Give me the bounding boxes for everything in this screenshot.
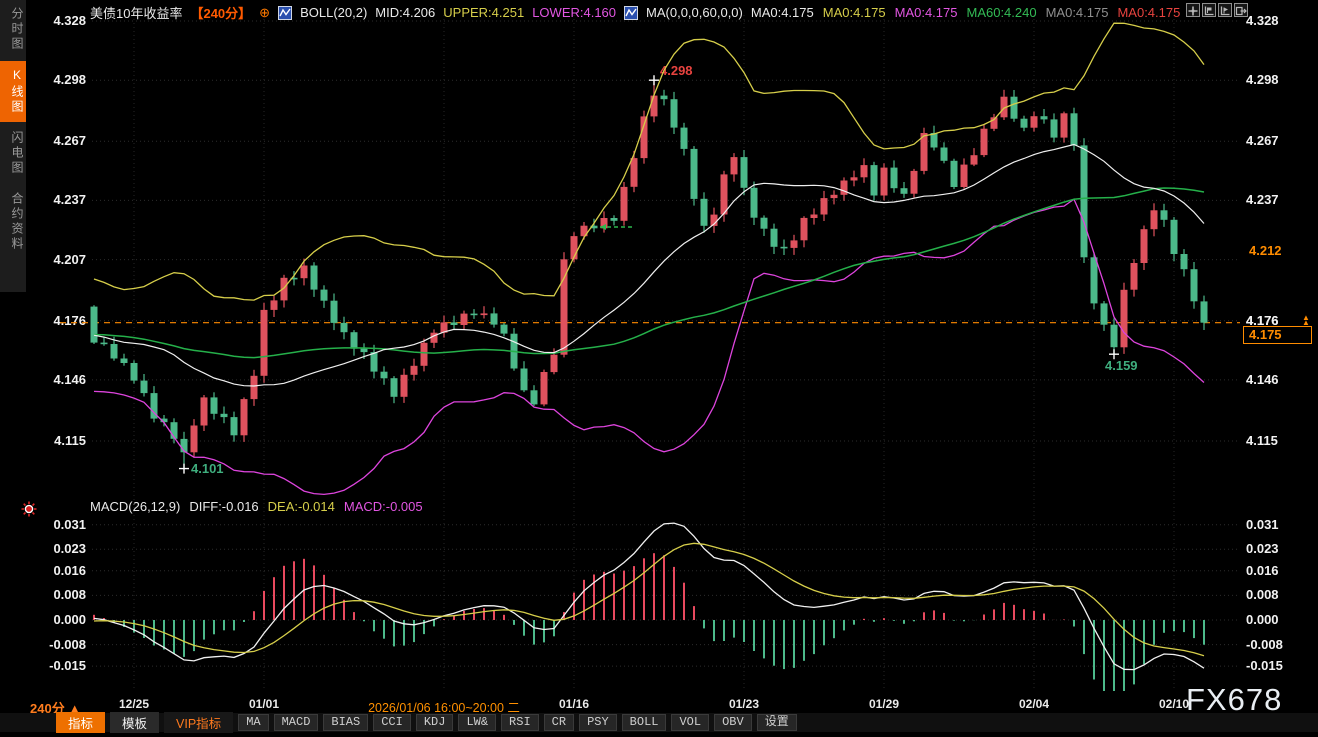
toolbar-tab-0[interactable]: 指标	[56, 712, 105, 733]
toolbar-button-bias[interactable]: BIAS	[323, 714, 368, 731]
boll-chart-icon[interactable]	[278, 6, 292, 20]
crosshair-icon[interactable]	[1186, 3, 1200, 17]
ma-values: MA0:4.175 MA0:4.175 MA0:4.175 MA60:4.240 MA0…	[751, 5, 1180, 20]
ma-value-4: MA0:4.175	[1046, 5, 1109, 20]
toolbar-tab-2[interactable]: VIP指标	[164, 712, 233, 733]
toolbar-button-[interactable]: 设置	[757, 714, 797, 731]
toolbar-button-kdj[interactable]: KDJ	[416, 714, 454, 731]
sidebar: 分时图K线图闪电图合约资料	[0, 0, 26, 292]
ma-value-1: MA0:4.175	[823, 5, 886, 20]
toolbar-button-cci[interactable]: CCI	[373, 714, 411, 731]
ma-label: MA(0,0,0,60,0,0)	[646, 5, 743, 20]
boll-upper: UPPER:4.251	[443, 5, 524, 20]
sidebar-tab-0[interactable]: 分时图	[0, 0, 26, 59]
symbol-title: 美债10年收益率	[90, 3, 182, 22]
toolbar-button-lw[interactable]: LW&	[458, 714, 496, 731]
ma-value-3: MA60:4.240	[966, 5, 1036, 20]
add-indicator-icon[interactable]: ⊕	[259, 5, 270, 21]
scale-axis-icon[interactable]	[1202, 3, 1216, 17]
scale-play-icon[interactable]	[1218, 3, 1232, 17]
window-controls	[1186, 3, 1248, 17]
boll-lower: LOWER:4.160	[532, 5, 616, 20]
toolbar-button-vol[interactable]: VOL	[671, 714, 709, 731]
toolbar-button-psy[interactable]: PSY	[579, 714, 617, 731]
sidebar-tab-3[interactable]: 合约资料	[0, 185, 26, 259]
ma-value-0: MA0:4.175	[751, 5, 814, 20]
period-label: 【240分】	[190, 3, 251, 22]
toolbar-button-cr[interactable]: CR	[544, 714, 574, 731]
ma-value-5: MA0:4.175	[1117, 5, 1180, 20]
ma-value-2: MA0:4.175	[895, 5, 958, 20]
toolbar-tab-1[interactable]: 模板	[110, 712, 159, 733]
toolbar-button-ma[interactable]: MA	[238, 714, 268, 731]
bottom-toolbar: 指标模板VIP指标 MA MACDBIAS CCI KDJLW&RSI CR PSY BOLL…	[0, 713, 1318, 732]
toolbar-button-obv[interactable]: OBV	[714, 714, 752, 731]
sidebar-tab-2[interactable]: 闪电图	[0, 124, 26, 183]
boll-mid: MID:4.206	[375, 5, 435, 20]
popout-icon[interactable]	[1234, 3, 1248, 17]
toolbar-button-rsi[interactable]: RSI	[501, 714, 539, 731]
chart-canvas[interactable]	[0, 0, 1318, 737]
ma-chart-icon[interactable]	[624, 6, 638, 20]
boll-label: BOLL(20,2)	[300, 5, 367, 20]
sidebar-tab-1[interactable]: K线图	[0, 61, 26, 122]
toolbar-button-boll[interactable]: BOLL	[622, 714, 667, 731]
indicator-header: 美债10年收益率 【240分】 ⊕ BOLL(20,2) MID:4.206 U…	[90, 3, 1180, 22]
toolbar-button-macd[interactable]: MACD	[274, 714, 319, 731]
